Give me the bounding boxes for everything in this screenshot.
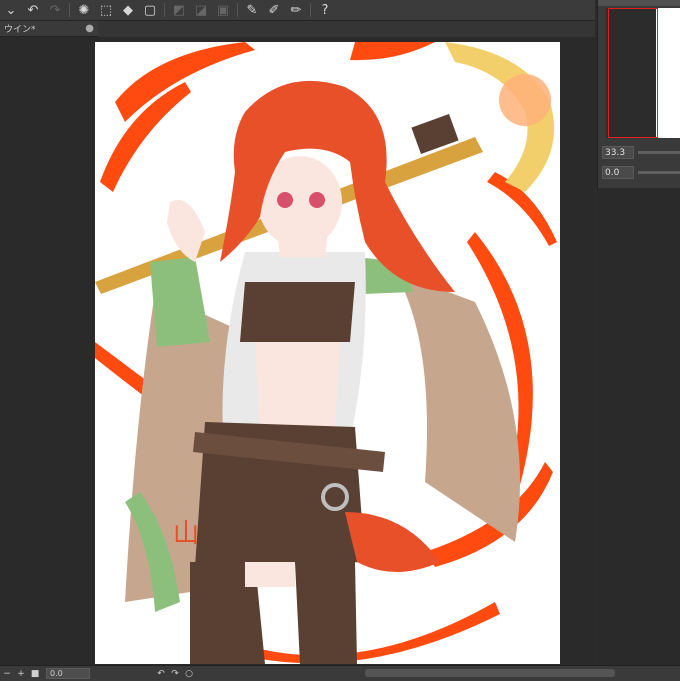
navigator-header xyxy=(598,0,680,6)
ruler-pen-icon[interactable]: ✏ xyxy=(285,1,307,19)
help-icon[interactable]: ? xyxy=(314,1,336,19)
rotation-row: 0.0 xyxy=(602,165,680,179)
eye-right xyxy=(309,192,325,208)
canvas-artwork[interactable]: 山 xyxy=(95,42,560,664)
stop-icon[interactable]: ■ xyxy=(28,669,42,679)
zoom-row: 33.3 xyxy=(602,145,680,159)
belly xyxy=(255,342,340,427)
canvas-tab[interactable]: ウイン* ● xyxy=(0,21,98,37)
status-zoom-field[interactable]: 0.0 xyxy=(46,668,90,679)
navigator-panel: 33.3 0.0 xyxy=(597,0,680,188)
leg-right xyxy=(295,562,357,664)
zoom-slider[interactable] xyxy=(638,150,680,154)
zoom-out-button[interactable]: − xyxy=(0,669,14,679)
canvas-tab-label: ウイン* xyxy=(4,25,36,35)
toolbar-separator xyxy=(164,3,165,17)
toolbar-separator xyxy=(237,3,238,17)
edit-pen-icon[interactable]: ✎ xyxy=(241,1,263,19)
busy-indicator-icon[interactable]: ✺ xyxy=(73,1,95,19)
navigator-view-frame[interactable] xyxy=(608,8,658,138)
main-toolbar: ⌄ ↶ ↷ ✺ ⬚ ◆ ▢ ◩ ◪ ▣ ✎ ✐ ✏? xyxy=(0,0,595,21)
artwork-illustration: 山 xyxy=(95,42,557,664)
clear-outside-icon[interactable]: ◩ xyxy=(168,1,190,19)
zoom-in-button[interactable]: + xyxy=(14,669,28,679)
brush-icon[interactable]: ✐ xyxy=(263,1,285,19)
status-bar: − + ■ 0.0 ↶ ↷ ○ xyxy=(0,665,680,681)
thigh-skin xyxy=(245,562,295,587)
cloak-right xyxy=(395,272,520,542)
tab-bar-empty xyxy=(98,21,595,37)
transform-icon[interactable]: ▢ xyxy=(139,1,161,19)
eye-left xyxy=(277,192,293,208)
skirt-emblem: 山 xyxy=(173,519,199,549)
right-panel-empty xyxy=(597,188,680,665)
fill-icon[interactable]: ◆ xyxy=(117,1,139,19)
layer-border-icon[interactable]: ▣ xyxy=(212,1,234,19)
tab-modified-icon[interactable]: ● xyxy=(85,23,94,34)
rotate-left-button[interactable]: ↶ xyxy=(154,669,168,679)
reset-rotation-button[interactable]: ○ xyxy=(182,669,196,679)
toolbar-separator xyxy=(310,3,311,17)
deselect-icon[interactable]: ⬚ xyxy=(95,1,117,19)
glow-orb xyxy=(499,74,551,126)
navigator-preview[interactable] xyxy=(606,8,680,138)
dropdown-chevron-icon[interactable]: ⌄ xyxy=(0,1,22,19)
horizontal-scrollbar[interactable] xyxy=(365,669,615,677)
fill-selection-icon[interactable]: ◪ xyxy=(190,1,212,19)
rotation-slider[interactable] xyxy=(638,170,680,174)
crop-top xyxy=(240,282,355,342)
redo-icon[interactable]: ↷ xyxy=(44,1,66,19)
zoom-field[interactable]: 33.3 xyxy=(602,145,634,159)
rotate-right-button[interactable]: ↷ xyxy=(168,669,182,679)
rotation-field[interactable]: 0.0 xyxy=(602,165,634,179)
navigator-thumbnail xyxy=(656,8,680,138)
sleeve-left xyxy=(150,257,210,347)
toolbar-separator xyxy=(69,3,70,17)
undo-icon[interactable]: ↶ xyxy=(22,1,44,19)
tassel xyxy=(345,512,440,572)
